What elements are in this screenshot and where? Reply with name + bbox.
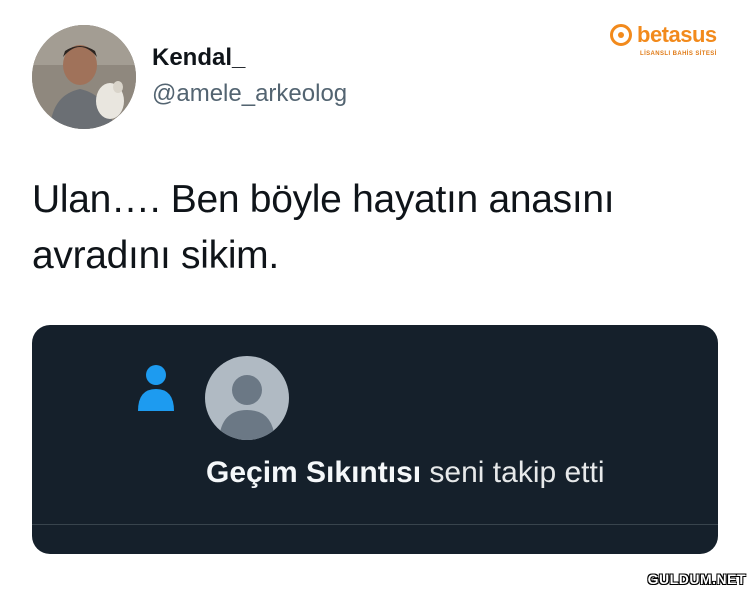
brand-ring-icon <box>610 24 632 46</box>
follow-person-icon <box>138 365 174 411</box>
author-display-name[interactable]: Kendal_ <box>152 44 245 72</box>
follower-avatar <box>205 356 289 440</box>
card-divider <box>32 524 718 525</box>
author-avatar[interactable] <box>32 25 136 129</box>
follower-name: Geçim Sıkıntısı <box>206 456 422 489</box>
tweet-media[interactable]: Geçim Sıkıntısı seni takip etti <box>32 325 718 554</box>
author-handle[interactable]: @amele_arkeolog <box>152 80 347 108</box>
author-avatar-photo <box>32 25 136 129</box>
follow-notification-text: Geçim Sıkıntısı seni takip etti <box>206 456 605 490</box>
brand-logo: betasus LİSANSLI BAHİS SİTESİ <box>610 24 740 64</box>
brand-name: betasus <box>637 22 717 47</box>
default-profile-icon <box>219 375 275 440</box>
follow-action-text: seni takip etti <box>421 456 605 489</box>
tweet-text: Ulan…. Ben böyle hayatın anasını avradın… <box>32 178 615 277</box>
brand-tagline: LİSANSLI BAHİS SİTESİ <box>640 51 717 57</box>
site-watermark: GULDUM.NET <box>647 571 746 587</box>
